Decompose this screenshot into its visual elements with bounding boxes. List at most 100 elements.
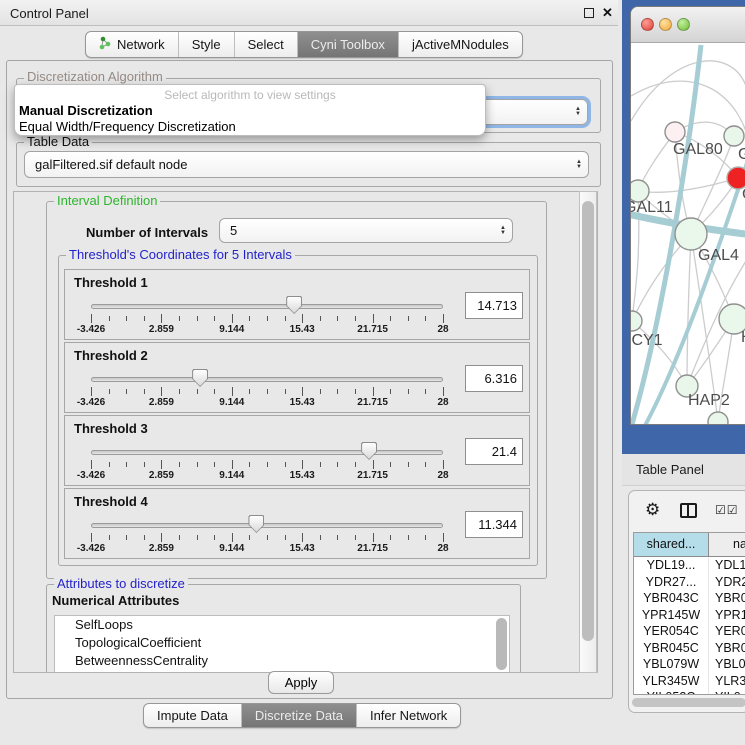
algorithm-popup-hint: Select algorithm to view settings: [15, 88, 485, 102]
settings-scrollbar[interactable]: [579, 191, 597, 673]
table-data-combobox[interactable]: galFiltered.sif default node ▲▼: [24, 151, 589, 178]
threshold-value-field[interactable]: 11.344: [465, 511, 523, 538]
tab-jactivemnodules[interactable]: jActiveMNodules: [398, 32, 522, 57]
tab-network[interactable]: Network: [86, 32, 178, 57]
network-node-label: GAL4: [698, 247, 739, 264]
settings-gear-icon[interactable]: ⚙: [645, 501, 660, 518]
table-row[interactable]: YDR27...YDR2: [634, 574, 745, 591]
threshold-slider-track[interactable]: [91, 523, 443, 528]
tick-label: 9.144: [219, 397, 244, 408]
settings-scroll-viewport: Interval Definition Number of Intervals …: [13, 191, 598, 673]
threshold-slider-handle[interactable]: [286, 296, 302, 314]
threshold-slider-track[interactable]: [91, 377, 443, 382]
threshold-slider-handle[interactable]: [248, 515, 264, 533]
table-panel-header: Table Panel: [622, 454, 745, 486]
combo-stepper-icon: ▲▼: [500, 226, 506, 236]
threshold-slider-track[interactable]: [91, 304, 443, 309]
network-node[interactable]: [665, 122, 685, 142]
threshold-value-field[interactable]: 14.713: [465, 292, 523, 319]
tick-label: 28: [437, 397, 448, 408]
network-node[interactable]: [724, 126, 744, 146]
select-columns-icon[interactable]: ☑☑: [715, 503, 739, 517]
network-node-label: GAL11: [631, 199, 673, 216]
network-canvas[interactable]: GAL80GCGAL11GAL4GCY1HHAP2: [631, 44, 745, 425]
numerical-attributes-list[interactable]: SelfLoopsTopologicalCoefficientBetweenne…: [54, 615, 510, 673]
network-node-label: HAP2: [688, 392, 730, 409]
threshold-slider-handle[interactable]: [361, 442, 377, 460]
network-node[interactable]: [675, 218, 707, 250]
num-intervals-label: Number of Intervals: [86, 225, 208, 240]
tick-label: 15.43: [290, 397, 315, 408]
table-row[interactable]: YBR045CYBR0: [634, 640, 745, 657]
num-intervals-value: 5: [230, 223, 237, 238]
tab-cyni-toolbox[interactable]: Cyni Toolbox: [297, 32, 398, 57]
tick-label: 15.43: [290, 470, 315, 481]
table-row[interactable]: YLR345WYLR3: [634, 673, 745, 690]
close-icon[interactable]: ✕: [602, 5, 613, 21]
table-panel-title: Table Panel: [636, 462, 704, 477]
threshold-slider-track[interactable]: [91, 450, 443, 455]
table-data-selected-value: galFiltered.sif default node: [35, 157, 187, 172]
threshold-value-field[interactable]: 21.4: [465, 438, 523, 465]
table-data-group-title: Table Data: [24, 135, 92, 148]
tick-label: 2.859: [149, 397, 174, 408]
attribute-list-item[interactable]: SelfLoops: [55, 616, 509, 634]
tick-label: 15.43: [290, 543, 315, 554]
threshold-value-field[interactable]: 6.316: [465, 365, 523, 392]
apply-button[interactable]: Apply: [268, 671, 334, 694]
combo-stepper-icon: ▲▼: [576, 160, 582, 170]
tick-label: 28: [437, 324, 448, 335]
network-node-label: GAL80: [673, 141, 723, 158]
column-header-name[interactable]: na: [709, 533, 745, 557]
tick-label: -3.426: [77, 543, 105, 554]
tick-label: 28: [437, 470, 448, 481]
table-row[interactable]: YBL079WYBL0: [634, 656, 745, 673]
network-node-label: H: [741, 329, 745, 346]
screen: Control Panel ✕ NetworkStyleSelectCyni T…: [0, 0, 745, 745]
table-row[interactable]: YER054CYER0: [634, 623, 745, 640]
network-view-window: GAL80GCGAL11GAL4GCY1HHAP2: [630, 6, 745, 425]
algorithm-option-manual[interactable]: Manual Discretization: [19, 103, 153, 118]
tick-label: 28: [437, 543, 448, 554]
tab-select[interactable]: Select: [234, 32, 297, 57]
control-panel-tabbar: NetworkStyleSelectCyni ToolboxjActiveMNo…: [85, 31, 523, 58]
algorithm-option-equal-width[interactable]: Equal Width/Frequency Discretization: [19, 119, 236, 134]
threshold-slider-handle[interactable]: [192, 369, 208, 387]
attribute-list-item[interactable]: TopologicalCoefficient: [55, 634, 509, 652]
threshold-panel-4: Threshold 4-3.4262.8599.14415.4321.71528…: [64, 488, 530, 559]
attribute-list-item[interactable]: BetweennessCentrality: [55, 652, 509, 670]
tab-discretize-data[interactable]: Discretize Data: [241, 704, 356, 727]
table-horizontal-scrollbar[interactable]: [632, 698, 745, 707]
minimize-traffic-light-icon[interactable]: [659, 18, 672, 31]
network-node-label: GCY1: [631, 332, 663, 349]
threshold-label: Threshold 3: [74, 421, 148, 436]
thresholds-group-title: Threshold's Coordinates for 5 Intervals: [66, 248, 295, 261]
tick-label: 9.144: [219, 324, 244, 335]
table-row[interactable]: YPR145WYPR1: [634, 607, 745, 624]
threshold-panel-1: Threshold 1-3.4262.8599.14415.4321.71528…: [64, 269, 530, 340]
zoom-traffic-light-icon[interactable]: [677, 18, 690, 31]
column-view-icon[interactable]: [680, 503, 697, 518]
table-row[interactable]: YDL19...YDL1: [634, 557, 745, 574]
network-node[interactable]: [708, 412, 728, 425]
attributes-list-scrollbar[interactable]: [496, 618, 507, 670]
float-window-icon[interactable]: [584, 8, 594, 18]
tab-style[interactable]: Style: [178, 32, 234, 57]
network-icon: [99, 36, 112, 53]
close-traffic-light-icon[interactable]: [641, 18, 654, 31]
settings-scrollbar-thumb[interactable]: [582, 201, 594, 641]
column-header-shared-name[interactable]: shared...: [634, 533, 709, 557]
num-intervals-combobox[interactable]: 5 ▲▼: [219, 218, 513, 243]
node-attribute-table: shared... na YDL19...YDL1YDR27...YDR2YBR…: [633, 532, 745, 695]
attributes-groupbox: Numerical Attributes SelfLoopsTopologica…: [46, 584, 521, 673]
threshold-stack: Threshold 1-3.4262.8599.14415.4321.71528…: [64, 269, 530, 561]
tick-label: 21.715: [357, 470, 388, 481]
combo-stepper-icon: ▲▼: [575, 107, 581, 117]
tab-impute-data[interactable]: Impute Data: [144, 704, 241, 727]
threshold-label: Threshold 2: [74, 348, 148, 363]
table-row[interactable]: YBR043CYBR0: [634, 590, 745, 607]
tick-label: 2.859: [149, 543, 174, 554]
tab-infer-network[interactable]: Infer Network: [356, 704, 460, 727]
table-row[interactable]: YIL052CYIL0: [634, 689, 745, 695]
control-panel-title: Control Panel: [10, 6, 89, 21]
